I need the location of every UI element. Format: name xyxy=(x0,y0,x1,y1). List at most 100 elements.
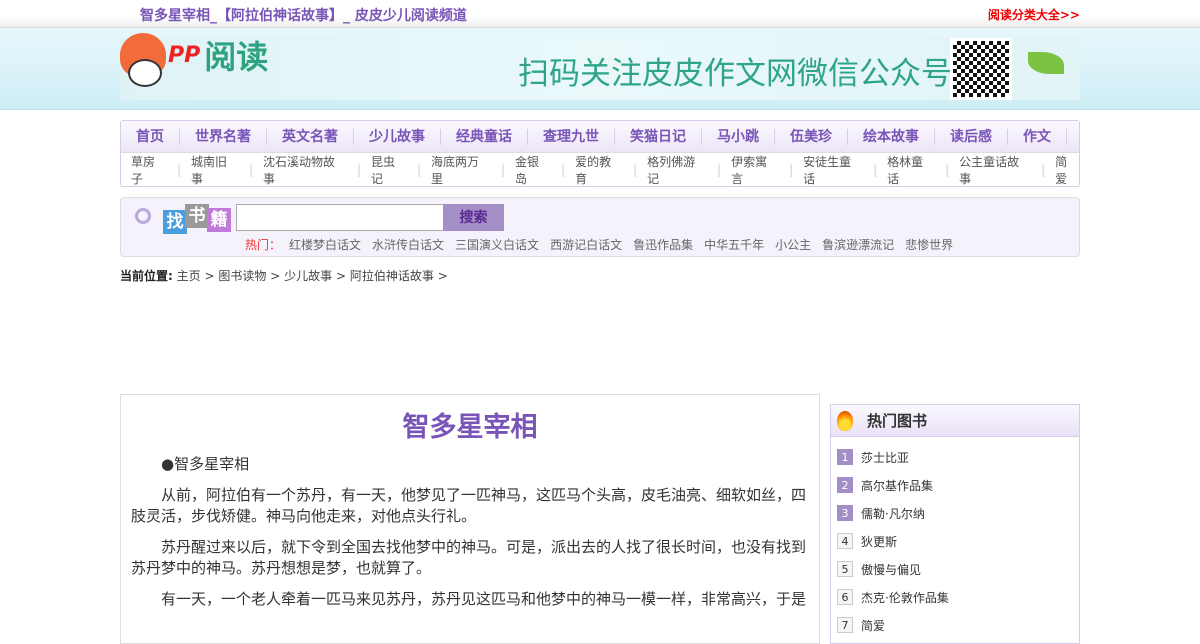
badge-ji: 籍 xyxy=(207,208,231,232)
breadcrumb-link[interactable]: 少儿故事 xyxy=(284,269,332,283)
logo-pp: PP xyxy=(168,42,201,68)
rank-number: 6 xyxy=(837,589,853,605)
nav-separator: | xyxy=(356,162,362,177)
sub-nav-item[interactable]: 海底两万里 xyxy=(431,153,491,187)
nav-separator: | xyxy=(945,162,950,177)
hot-search-link[interactable]: 小公主 xyxy=(775,236,811,253)
qr-code-icon xyxy=(950,38,1012,100)
nav-item[interactable]: 读后感 xyxy=(935,128,1008,145)
hot-search-link[interactable]: 中华五千年 xyxy=(704,236,764,253)
site-logo[interactable]: PP 阅读 xyxy=(120,32,269,87)
search-icon xyxy=(135,208,151,224)
banner: PP 阅读 扫码关注皮皮作文网微信公众号 xyxy=(0,28,1200,110)
badge-zhao: 找 xyxy=(163,210,187,234)
sub-nav-item[interactable]: 安徒生童话 xyxy=(803,153,863,187)
breadcrumb-label: 当前位置: xyxy=(120,269,173,283)
rank-number: 3 xyxy=(837,505,853,521)
nav-item[interactable]: 世界名著 xyxy=(180,128,267,145)
sub-nav-item[interactable]: 格林童话 xyxy=(887,153,935,187)
search-input[interactable] xyxy=(236,204,444,231)
nav-item[interactable]: 伍美珍 xyxy=(775,128,848,145)
hot-search-link[interactable]: 西游记白话文 xyxy=(550,236,622,253)
nav-item[interactable]: 笑猫日记 xyxy=(615,128,702,145)
cap-mascot-icon xyxy=(120,33,166,87)
hot-book-item[interactable]: 1 莎士比亚 xyxy=(837,443,1079,471)
hot-book-item[interactable]: 5 傲慢与偏见 xyxy=(837,555,1079,583)
hot-book-link[interactable]: 高尔基作品集 xyxy=(861,477,933,494)
hot-search-link[interactable]: 水浒传白话文 xyxy=(372,236,444,253)
hot-book-link[interactable]: 简爱 xyxy=(861,617,885,634)
hot-book-link[interactable]: 狄更斯 xyxy=(861,533,897,550)
search-panel: 找 书 籍 搜索 热门： 红楼梦白话文 水浒传白话文 三国演义白话文 西游记白话文 鲁迅… xyxy=(120,197,1080,257)
breadcrumb-separator: > xyxy=(335,269,347,283)
sub-nav-item[interactable]: 昆虫记 xyxy=(371,153,407,187)
sub-nav-item[interactable]: 公主童话故事 xyxy=(959,153,1031,187)
article-paragraph: ●智多星宰相 xyxy=(161,455,250,473)
breadcrumb-separator: > xyxy=(270,269,281,283)
sub-nav-item[interactable]: 伊索寓言 xyxy=(731,153,779,187)
rank-number: 7 xyxy=(837,617,853,633)
nav-separator: | xyxy=(873,162,878,177)
article-paragraph: 苏丹醒过来以后，就下令到全国去找他梦中的神马。可是，派出去的人找了很长时间，也没… xyxy=(131,538,807,577)
article-paragraph: 从前，阿拉伯有一个苏丹，有一天，他梦见了一匹神马，这匹马个头高，皮毛油亮、细软如… xyxy=(131,486,807,525)
hot-searches: 热门： 红楼梦白话文 水浒传白话文 三国演义白话文 西游记白话文 鲁迅作品集 中华五千年小… xyxy=(245,236,953,253)
hot-book-item[interactable]: 6 杰克·伦敦作品集 xyxy=(837,583,1079,611)
breadcrumb-link[interactable]: 图书读物 xyxy=(218,269,266,283)
hot-books-title: 热门图书 xyxy=(867,412,928,430)
page-title-link[interactable]: 智多星宰相_【阿拉伯神话故事】_ 皮皮少儿阅读频道 xyxy=(140,5,467,25)
sub-nav-item[interactable]: 城南旧事 xyxy=(191,153,239,187)
logo-text: 阅读 xyxy=(204,38,269,76)
article-title: 智多星宰相 xyxy=(402,412,538,443)
nav-item[interactable]: 首页 xyxy=(121,128,180,145)
nav-separator: | xyxy=(561,162,566,177)
sub-nav: 草房子 | 城南旧事 | 沈石溪动物故事 | 昆虫记 | 海底两万里 | 金银岛 | 爱的教育 | 格列佛游… xyxy=(121,153,1079,186)
hot-book-item[interactable]: 4 狄更斯 xyxy=(837,527,1079,555)
nav-separator: | xyxy=(789,162,794,177)
sub-nav-item[interactable]: 格列佛游记 xyxy=(647,153,707,187)
sub-nav-item[interactable]: 简爱 xyxy=(1055,153,1079,187)
breadcrumb-separator: > xyxy=(204,269,215,283)
article-paragraph: 有一天，一个老人牵着一匹马来见苏丹，苏丹见这匹马和他梦中的神马一模一样，非常高兴… xyxy=(161,590,807,608)
nav-separator: | xyxy=(249,162,254,177)
hot-book-item[interactable]: 2 高尔基作品集 xyxy=(837,471,1079,499)
hot-book-item[interactable]: 3 儒勒·凡尔纳 xyxy=(837,499,1079,527)
search-button[interactable]: 搜索 xyxy=(443,204,504,231)
sub-nav-item[interactable]: 金银岛 xyxy=(515,153,551,187)
nav-item[interactable]: 查理九世 xyxy=(528,128,615,145)
category-index-link[interactable]: 阅读分类大全>> xyxy=(988,6,1080,23)
breadcrumb: 当前位置: 主页 > 图书读物 > 少儿故事 > 阿拉伯神话故事 > xyxy=(120,267,448,284)
rank-number: 1 xyxy=(837,449,853,465)
hot-label: 热门： xyxy=(245,238,282,252)
hot-book-link[interactable]: 儒勒·凡尔纳 xyxy=(861,505,925,522)
rank-number: 5 xyxy=(837,561,853,577)
hot-search-link[interactable]: 红楼梦白话文 xyxy=(289,236,361,253)
nav-item[interactable]: 马小跳 xyxy=(702,128,775,145)
nav-item[interactable]: 少儿故事 xyxy=(354,128,441,145)
nav-separator: | xyxy=(717,162,722,177)
badge-shu: 书 xyxy=(185,204,209,228)
sub-nav-item[interactable]: 草房子 xyxy=(131,153,167,187)
breadcrumb-link[interactable]: 阿拉伯神话故事 xyxy=(350,269,434,283)
hot-book-link[interactable]: 傲慢与偏见 xyxy=(861,561,921,578)
sub-nav-item[interactable]: 沈石溪动物故事 xyxy=(263,153,347,187)
hot-search-link[interactable]: 鲁迅作品集 xyxy=(633,236,693,253)
top-bar: 智多星宰相_【阿拉伯神话故事】_ 皮皮少儿阅读频道 阅读分类大全>> xyxy=(0,0,1200,28)
nav-item[interactable]: 经典童话 xyxy=(441,128,528,145)
rank-number: 4 xyxy=(837,533,853,549)
nav-separator: | xyxy=(501,162,506,177)
hot-search-link[interactable]: 悲惨世界 xyxy=(905,236,953,253)
sub-nav-item[interactable]: 爱的教育 xyxy=(575,153,623,187)
hot-book-link[interactable]: 莎士比亚 xyxy=(861,449,909,466)
hot-book-item[interactable]: 7 简爱 xyxy=(837,611,1079,639)
nav-item[interactable]: 绘本故事 xyxy=(848,128,935,145)
breadcrumb-link[interactable]: 主页 xyxy=(177,269,201,283)
nav-item[interactable]: 作文 xyxy=(1008,128,1067,145)
hot-search-link[interactable]: 鲁滨逊漂流记 xyxy=(822,236,894,253)
hot-book-link[interactable]: 杰克·伦敦作品集 xyxy=(861,589,949,606)
leaf-icon xyxy=(1028,52,1064,74)
hot-search-link[interactable]: 三国演义白话文 xyxy=(455,236,539,253)
hot-books-panel: 热门图书 1 莎士比亚 2 高尔基作品集 3 儒勒·凡尔纳 4 狄更斯 5 傲慢与偏见 6 杰克·伦敦… xyxy=(830,404,1080,644)
main-nav: 首页 世界名著 英文名著 少儿故事 经典童话 查理九世 笑猫日记 马小跳 伍美珍 绘本故事 读后感作… xyxy=(121,121,1079,153)
nav-separator: | xyxy=(417,162,422,177)
nav-item[interactable]: 英文名著 xyxy=(267,128,354,145)
